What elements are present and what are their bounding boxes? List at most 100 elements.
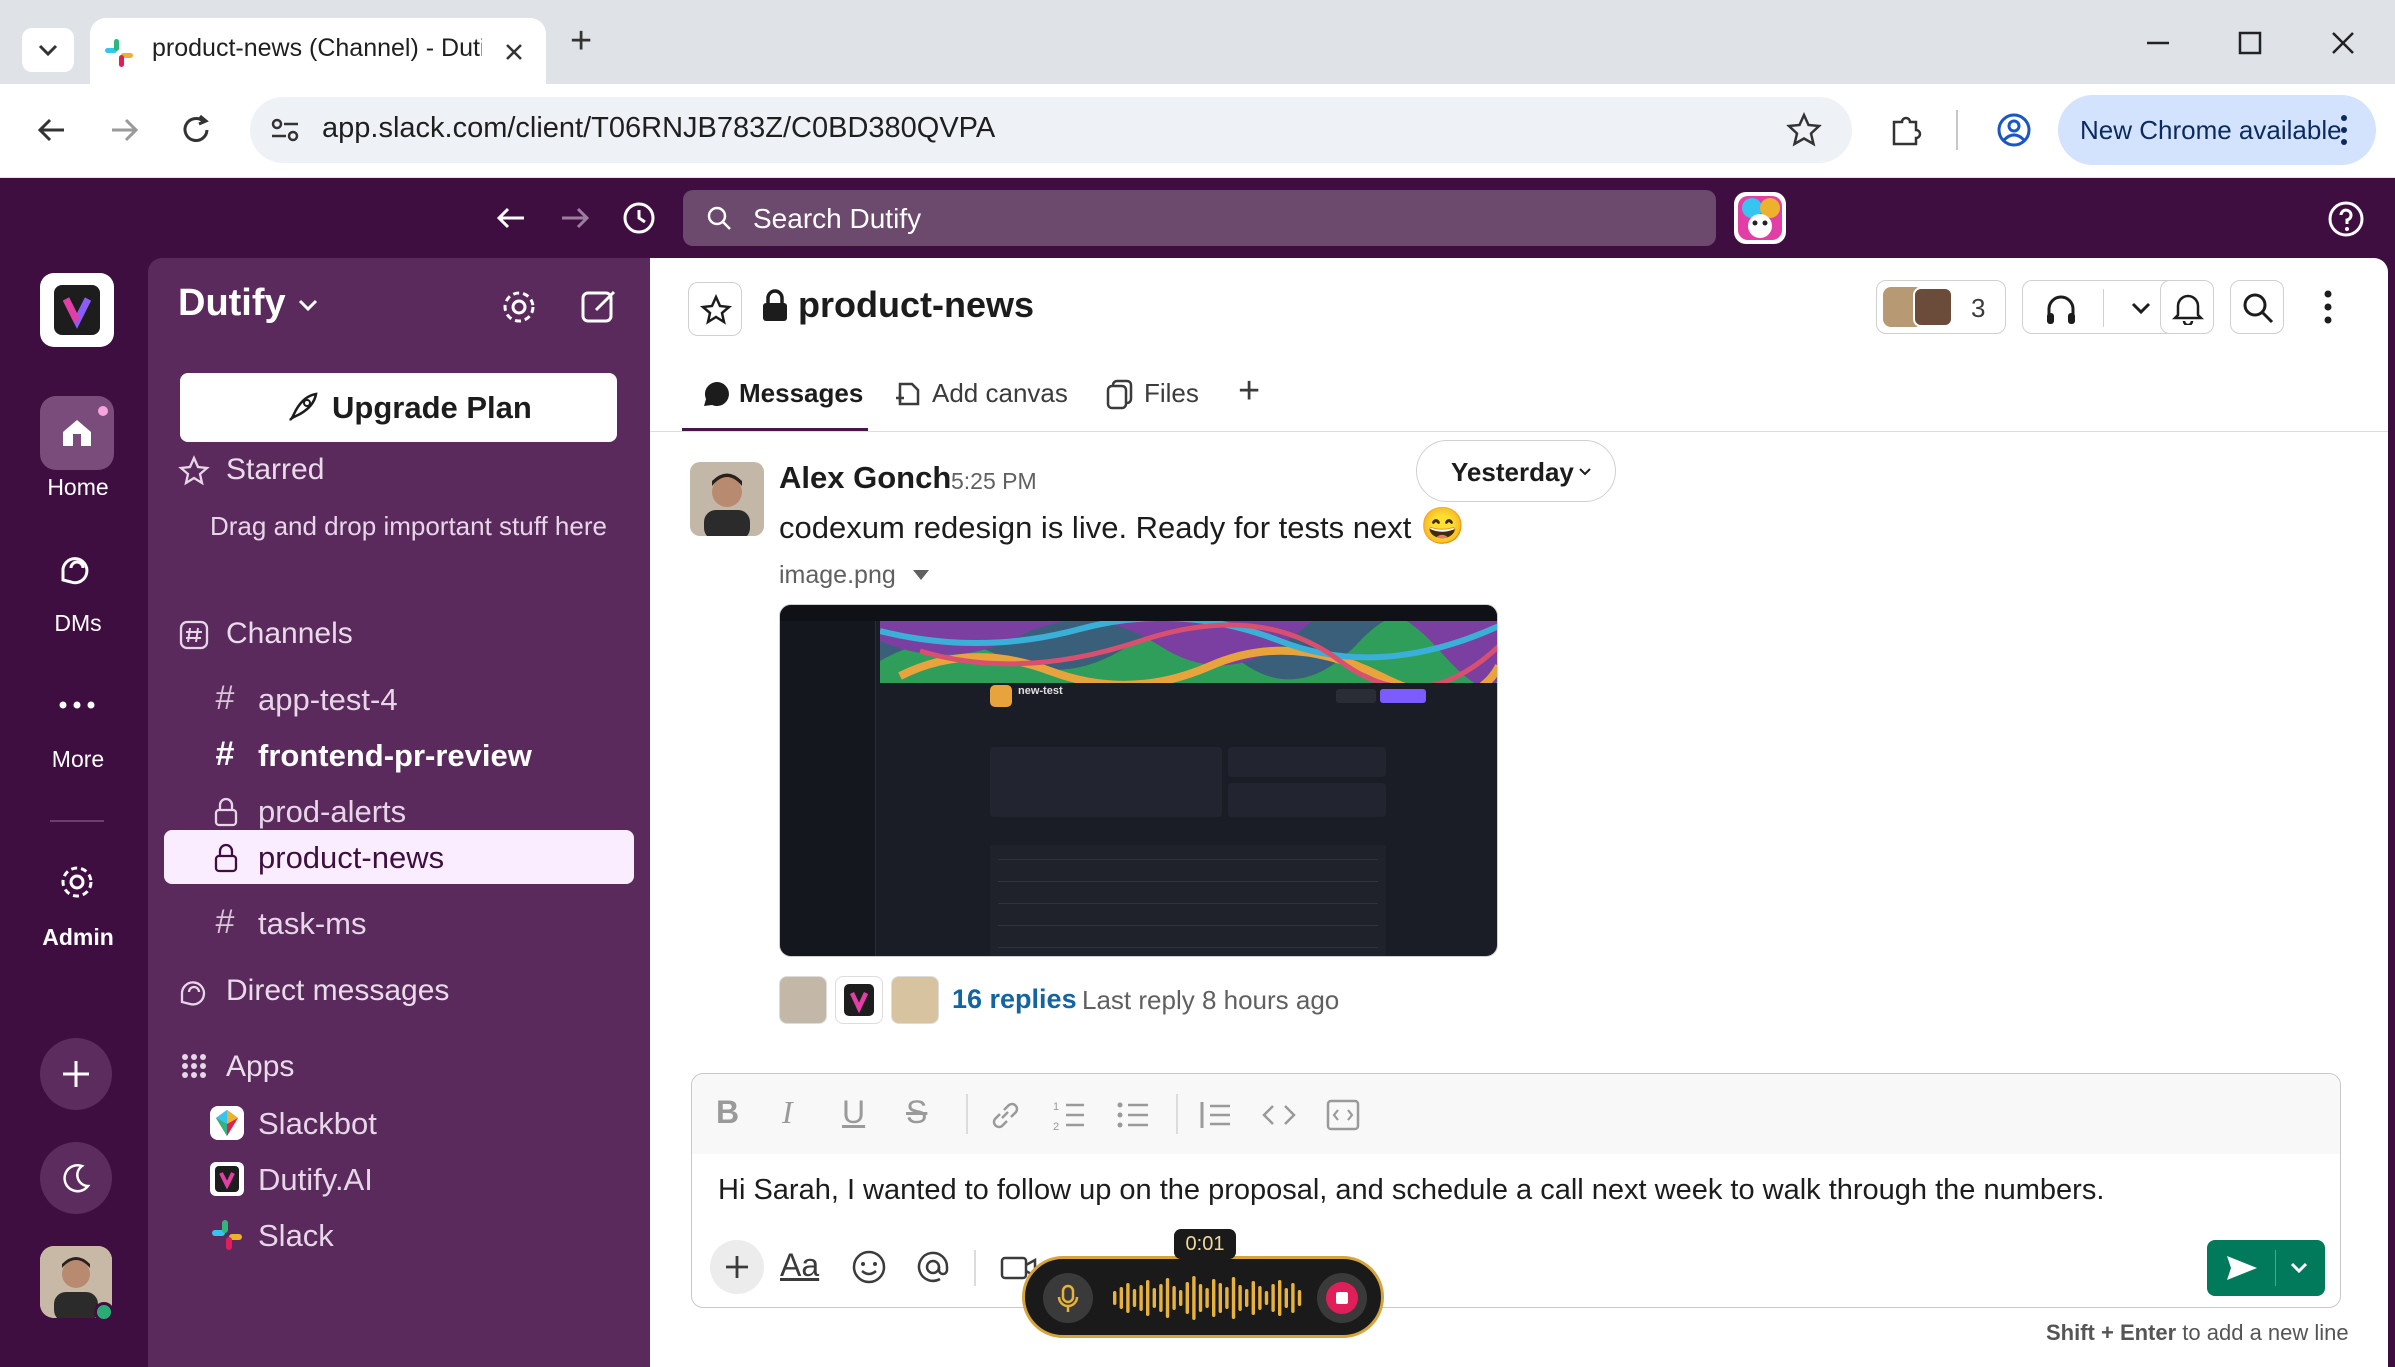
mic-button[interactable] (1043, 1273, 1093, 1323)
window-close-icon[interactable] (2328, 28, 2358, 58)
preview-btn-1 (1336, 689, 1376, 703)
new-tab-button[interactable]: + (570, 20, 592, 63)
history-forward-icon[interactable] (556, 199, 594, 237)
channel-title[interactable]: product-news (798, 284, 1034, 326)
ordered-list-icon[interactable]: 12 (1050, 1096, 1088, 1134)
message-timestamp[interactable]: 5:25 PM (951, 468, 1037, 495)
profile-icon[interactable] (1994, 110, 2034, 150)
stop-recording-button[interactable] (1317, 1273, 1367, 1323)
image-attachment[interactable]: new-test (779, 604, 1498, 957)
maximize-icon[interactable] (2235, 28, 2265, 58)
app-item-slackbot[interactable]: Slackbot (164, 1098, 634, 1150)
app-item-dutify-ai[interactable]: Dutify.AI (164, 1154, 634, 1206)
back-arrow-icon[interactable] (34, 112, 70, 148)
channel-item-product-news[interactable]: product-news (164, 830, 634, 884)
channel-item-frontend-pr-review[interactable]: # frontend-pr-review (164, 730, 634, 782)
message-author-avatar[interactable] (690, 462, 764, 536)
channel-item-app-test-4[interactable]: # app-test-4 (164, 674, 634, 726)
site-info-icon[interactable] (268, 113, 302, 147)
workspace-name[interactable]: Dutify (178, 282, 286, 325)
mention-icon[interactable] (914, 1248, 952, 1286)
composer-input[interactable]: Hi Sarah, I wanted to follow up on the p… (718, 1174, 2104, 1207)
italic-icon[interactable]: I (782, 1094, 793, 1131)
channel-item-task-ms[interactable]: # task-ms (164, 898, 634, 950)
tab-search-button[interactable] (22, 28, 74, 72)
channel-kebab-icon[interactable] (2316, 287, 2340, 327)
preview-table (990, 845, 1386, 956)
upgrade-plan-label: Upgrade Plan (332, 390, 532, 425)
strikethrough-icon[interactable]: S (906, 1094, 927, 1131)
apps-section-label[interactable]: Apps (226, 1050, 294, 1084)
underline-icon[interactable]: U (842, 1094, 865, 1131)
reply-avatar-3 (891, 976, 939, 1024)
tab-add-canvas[interactable]: Add canvas (888, 372, 1072, 428)
channel-search-button[interactable] (2230, 280, 2284, 334)
workspace-logo[interactable] (40, 273, 114, 347)
thread-replies-link[interactable]: 16 replies (952, 984, 1077, 1015)
more-dots-icon[interactable] (57, 690, 97, 720)
gear-icon[interactable] (57, 862, 97, 902)
theme-toggle-button[interactable] (40, 1142, 112, 1214)
add-workspace-button[interactable] (40, 1038, 112, 1110)
kebab-menu-icon[interactable] (2336, 111, 2352, 149)
send-icon[interactable] (2225, 1254, 2259, 1282)
close-icon[interactable] (500, 38, 528, 66)
upgrade-plan-button[interactable]: Upgrade Plan (180, 373, 617, 442)
blockquote-icon[interactable] (1196, 1096, 1234, 1134)
code-block-icon[interactable] (1324, 1096, 1362, 1134)
reload-icon[interactable] (178, 112, 214, 148)
author-avatar-image (690, 462, 764, 536)
settings-gear-icon[interactable] (498, 286, 540, 328)
date-divider-button[interactable]: Yesterday (1416, 440, 1616, 502)
dms-icon[interactable] (57, 550, 97, 590)
search-bar[interactable]: Search Dutify (683, 190, 1716, 246)
attachment-caret-icon[interactable] (910, 566, 932, 584)
attachment-filename[interactable]: image.png (779, 561, 896, 590)
reply-avatar-2 (835, 976, 883, 1024)
tab-messages[interactable]: Messages (682, 372, 868, 432)
bullet-list-icon[interactable] (1114, 1096, 1152, 1134)
minimize-icon[interactable] (2143, 28, 2173, 58)
huddle-chevron-icon[interactable] (2127, 297, 2155, 319)
address-bar[interactable]: app.slack.com/client/T06RNJB783Z/C0BD380… (250, 97, 1852, 163)
huddle-button[interactable] (2022, 280, 2182, 334)
extensions-icon[interactable] (1886, 110, 1926, 150)
waveform-bar (1113, 1291, 1117, 1305)
history-back-icon[interactable] (492, 199, 530, 237)
ai-assistant-button[interactable] (1734, 192, 1786, 244)
channels-section-label[interactable]: Channels (226, 617, 353, 651)
message-author[interactable]: Alex Gonch (779, 460, 951, 496)
browser-tab-active[interactable]: product-news (Channel) - Dutify (90, 18, 546, 84)
dutify-ai-icon (210, 1162, 244, 1196)
date-divider-label: Yesterday (1451, 457, 1574, 487)
link-icon[interactable] (986, 1096, 1024, 1134)
hash-icon: # (215, 735, 235, 773)
tab-files[interactable]: Files (1100, 372, 1210, 428)
app-item-slack[interactable]: Slack (164, 1210, 634, 1262)
notifications-button[interactable] (2160, 280, 2214, 334)
attach-button[interactable] (710, 1240, 764, 1294)
format-toolbar (692, 1074, 2340, 1154)
chrome-update-button[interactable]: New Chrome available (2058, 95, 2376, 165)
history-clock-icon[interactable] (620, 199, 658, 237)
code-icon[interactable] (1260, 1096, 1298, 1134)
star-channel-button[interactable] (688, 282, 742, 336)
home-icon (63, 420, 91, 446)
members-button[interactable]: 3 (1876, 280, 2006, 334)
emoji-icon[interactable] (850, 1248, 888, 1286)
preview-btn-2 (1380, 689, 1426, 703)
compose-icon[interactable] (578, 286, 620, 328)
forward-arrow-icon[interactable] (106, 112, 142, 148)
bold-icon[interactable]: B (716, 1094, 739, 1131)
formatting-toggle[interactable]: Aa (780, 1247, 819, 1284)
add-tab-button[interactable]: + (1238, 370, 1260, 413)
starred-section-label[interactable]: Starred (226, 453, 324, 487)
send-options-chevron-icon[interactable] (2287, 1258, 2311, 1278)
direct-messages-label[interactable]: Direct messages (226, 974, 449, 1008)
workspace-chevron-icon[interactable] (296, 296, 320, 314)
huddle-divider (2103, 289, 2104, 327)
bookmark-star-icon[interactable] (1785, 111, 1823, 149)
waveform-bar (1119, 1287, 1123, 1309)
help-icon[interactable] (2326, 199, 2366, 239)
rail-home-button[interactable] (40, 396, 114, 470)
